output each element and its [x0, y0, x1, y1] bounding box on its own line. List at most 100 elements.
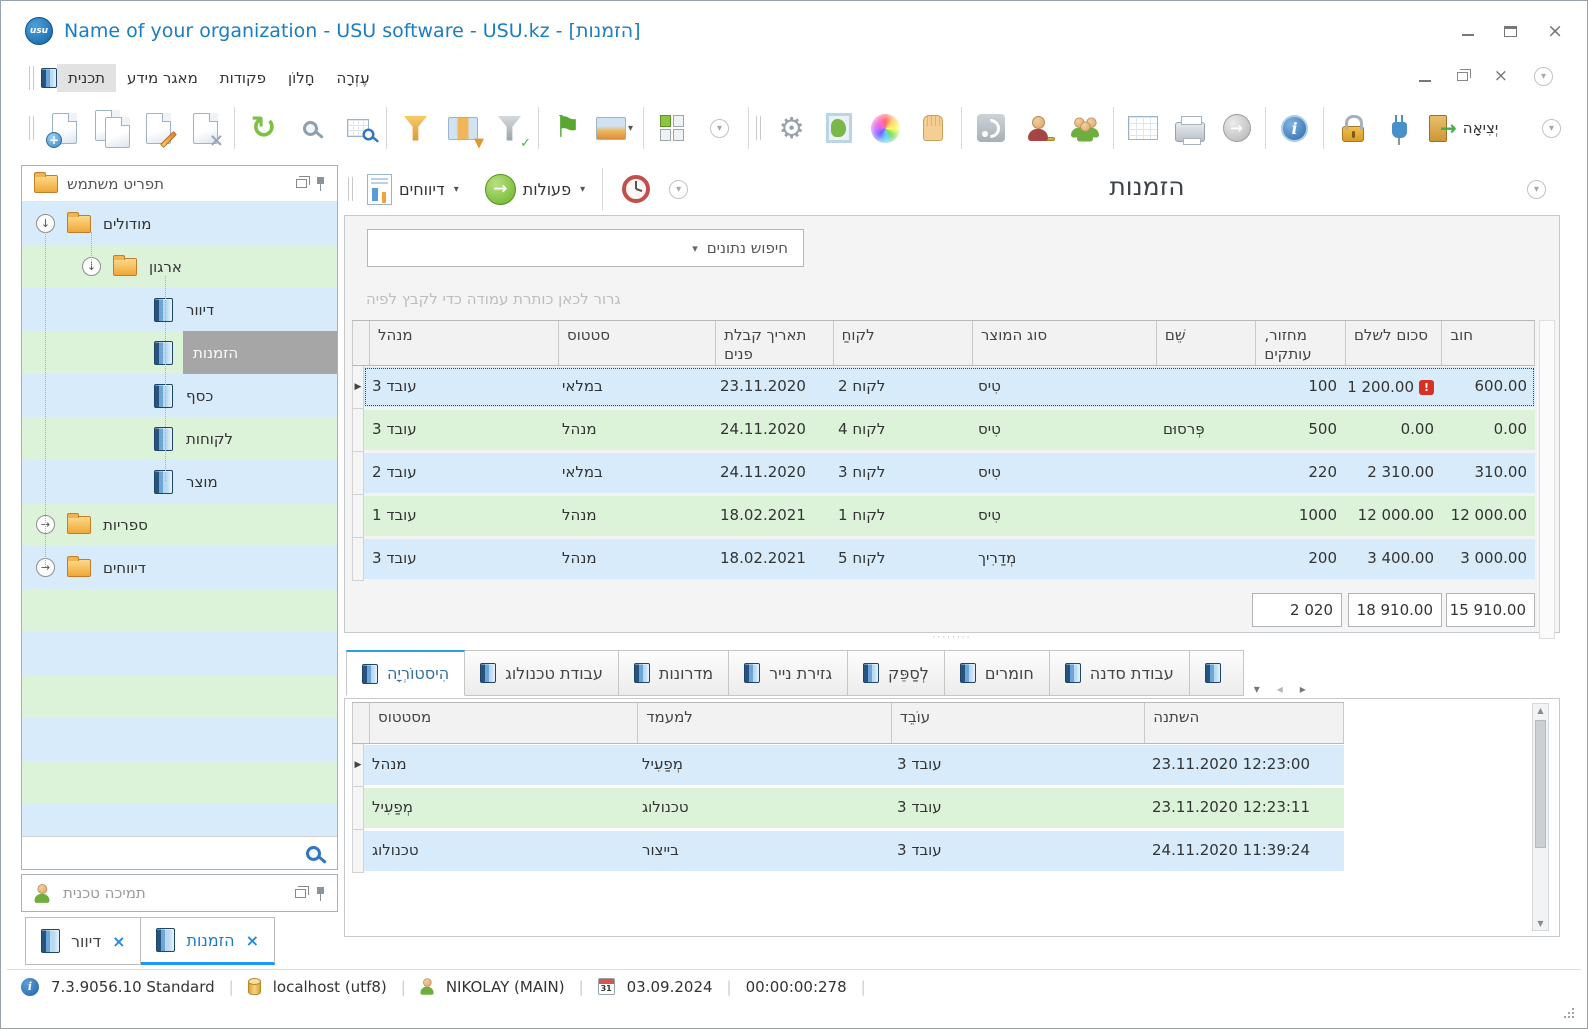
hand-button[interactable] — [909, 103, 956, 153]
collapse-toolbar-button[interactable]: ▾ — [696, 103, 743, 153]
search-icon[interactable] — [306, 845, 321, 861]
copy-record-button[interactable] — [88, 103, 135, 153]
chevron-down-icon[interactable]: ▾ — [454, 184, 459, 195]
tab-workshop-work[interactable]: עבודת סדנה — [1049, 650, 1190, 696]
tab-technologist-work[interactable]: עבודת טכנולוג — [465, 650, 619, 696]
mdi-minimize-icon[interactable] — [1418, 79, 1431, 82]
tree-item-directories[interactable]: → ספריות — [22, 503, 337, 546]
maximize-icon[interactable] — [1504, 25, 1518, 37]
panel-restore-icon[interactable] — [296, 176, 310, 188]
print-button[interactable] — [1166, 103, 1213, 153]
info-button[interactable]: i — [1271, 103, 1318, 153]
lock-button[interactable] — [1329, 103, 1376, 153]
panel-restore-icon[interactable] — [295, 885, 309, 898]
refresh-button[interactable]: ↻ — [240, 103, 287, 153]
search-button[interactable] — [287, 103, 334, 153]
scroll-up-icon[interactable]: ▲ — [1533, 706, 1548, 715]
map-button[interactable] — [815, 103, 862, 153]
collapse-arrow-icon[interactable]: ↓ — [82, 257, 101, 276]
tree-item-orders[interactable]: הזמנות — [22, 331, 337, 374]
tree-item-product[interactable]: מוצר — [22, 460, 337, 503]
column-header[interactable]: תאריך קבלת פנים — [716, 321, 834, 365]
chevron-down-icon[interactable]: ▾ — [580, 184, 585, 195]
column-header[interactable]: חוב — [1442, 321, 1536, 365]
column-header[interactable]: עוֹבֵד — [892, 703, 1146, 743]
toolbar-overflow-chevron-icon[interactable]: ▾ — [1542, 118, 1561, 138]
table-row[interactable]: עובד 3 מנהל 18.02.2021 לקוח 5 מְדַרִיך 2… — [352, 538, 1535, 581]
filter-button[interactable] — [392, 103, 439, 153]
scroll-down-icon[interactable]: ▼ — [1533, 919, 1548, 928]
table-row[interactable]: טכנולוג בייצור עובד 3 24.11.2020 11:39:2… — [352, 830, 1344, 873]
collapse-chevron-icon[interactable]: ▾ — [669, 179, 689, 199]
scheduler-clock-icon[interactable] — [620, 173, 652, 205]
new-record-button[interactable]: + — [41, 103, 88, 153]
module-toolbar-grip[interactable] — [348, 177, 353, 201]
menu-database[interactable]: מאגר מידע — [116, 64, 209, 92]
menu-help[interactable]: עֶזְרָה — [326, 64, 381, 92]
table-row[interactable]: עובד 1 מנהל 18.02.2021 לקוח 1 טִיס 1000 … — [352, 495, 1535, 538]
tree-item-organization[interactable]: ↓ ארגון — [22, 245, 337, 288]
column-header[interactable]: סטטוס — [559, 321, 717, 365]
tree-item-modules[interactable]: ↓ מודולים — [22, 202, 337, 245]
edit-record-button[interactable] — [135, 103, 182, 153]
exit-button[interactable]: → יְצִיאָה — [1423, 103, 1504, 153]
minimize-icon[interactable] — [1462, 34, 1475, 36]
table-row[interactable]: מְפַעִיל טכנולוג עובד 3 23.11.2020 12:23… — [352, 787, 1344, 830]
mdi-restore-icon[interactable] — [1456, 69, 1471, 81]
window-tab-mailing[interactable]: דיוור × — [25, 917, 142, 965]
panel-chevron-icon[interactable]: ▾ — [1527, 180, 1546, 199]
column-header[interactable]: השתנה — [1145, 703, 1344, 743]
tree-item-reports[interactable]: → דיווחים — [22, 546, 337, 589]
layout-button[interactable] — [649, 103, 696, 153]
panel-splitter[interactable]: ········ — [927, 633, 977, 643]
resize-grip[interactable] — [1563, 1006, 1577, 1020]
tree-item-customers[interactable]: לקוחות — [22, 417, 337, 460]
users-button[interactable] — [1061, 103, 1108, 153]
menubar-grip[interactable] — [29, 66, 34, 90]
tab-list-chevron-icon[interactable]: ▾ — [1254, 682, 1260, 696]
tab-paper-cutting[interactable]: גזירת נייר — [729, 650, 849, 696]
column-header[interactable]: מחזור, עותקים — [1256, 321, 1346, 365]
expand-arrow-icon[interactable]: → — [36, 515, 55, 534]
data-search-box[interactable]: חיפוש נתונים ▾ — [367, 229, 804, 267]
table-row[interactable]: עובד 3 מנהל 24.11.2020 לקוח 4 טִיס פְּרס… — [352, 409, 1535, 452]
menu-commands[interactable]: פקודות — [209, 64, 277, 92]
menu-window[interactable]: חָלוֹן — [277, 64, 326, 92]
window-tab-orders[interactable]: הזמנות × — [141, 917, 276, 965]
reports-button[interactable]: דיווחים — [399, 180, 445, 199]
image-button[interactable]: ▾ — [591, 103, 638, 153]
tab-scroll-left-icon[interactable]: ◂ — [1277, 682, 1283, 696]
close-icon[interactable]: × — [1547, 21, 1563, 41]
menu-program[interactable]: תכנית — [57, 64, 117, 92]
plug-button[interactable] — [1376, 103, 1423, 153]
tab-clipped[interactable] — [1189, 650, 1244, 696]
colors-button[interactable] — [862, 103, 909, 153]
collapse-arrow-icon[interactable]: ↓ — [36, 214, 55, 233]
column-header[interactable]: סכום לשלם — [1346, 321, 1443, 365]
advanced-search-button[interactable] — [334, 103, 381, 153]
scrollbar-thumb[interactable] — [1535, 720, 1546, 848]
delete-record-button[interactable]: × — [182, 103, 229, 153]
close-tab-icon[interactable]: × — [246, 931, 259, 950]
orders-scrollbar[interactable] — [1539, 320, 1555, 639]
tab-materials[interactable]: חומרים — [944, 650, 1050, 696]
grid-view-button[interactable] — [1119, 103, 1166, 153]
table-row[interactable]: עובד 2 במלאי 24.11.2020 לקוח 3 טִיס 220 … — [352, 452, 1535, 495]
tab-slopes[interactable]: מדרונות — [618, 650, 730, 696]
flag-button[interactable]: ⚑ — [544, 103, 591, 153]
filter-columns-button[interactable]: ▼ — [439, 103, 486, 153]
settings-button[interactable]: ⚙ — [768, 103, 815, 153]
toolbar-grip[interactable] — [29, 116, 34, 140]
filter-apply-button[interactable]: ✓ — [486, 103, 533, 153]
column-header[interactable]: מסטטוס — [370, 703, 639, 743]
column-header[interactable]: למעמד — [638, 703, 892, 743]
pin-icon[interactable] — [316, 176, 325, 191]
expand-arrow-icon[interactable]: → — [36, 558, 55, 577]
column-header[interactable]: שֵׁם — [1157, 321, 1257, 365]
tech-support-panel[interactable]: תמיכה טכנית — [21, 874, 338, 912]
table-row[interactable]: ▶ מנהל מְפַעִיל עובד 3 23.11.2020 12:23:… — [352, 744, 1344, 787]
column-header[interactable]: סוג המוצר — [973, 321, 1157, 365]
column-header[interactable]: מנהל — [370, 321, 559, 365]
column-header[interactable]: לקוחַ — [834, 321, 973, 365]
user-access-button[interactable] — [1014, 103, 1061, 153]
